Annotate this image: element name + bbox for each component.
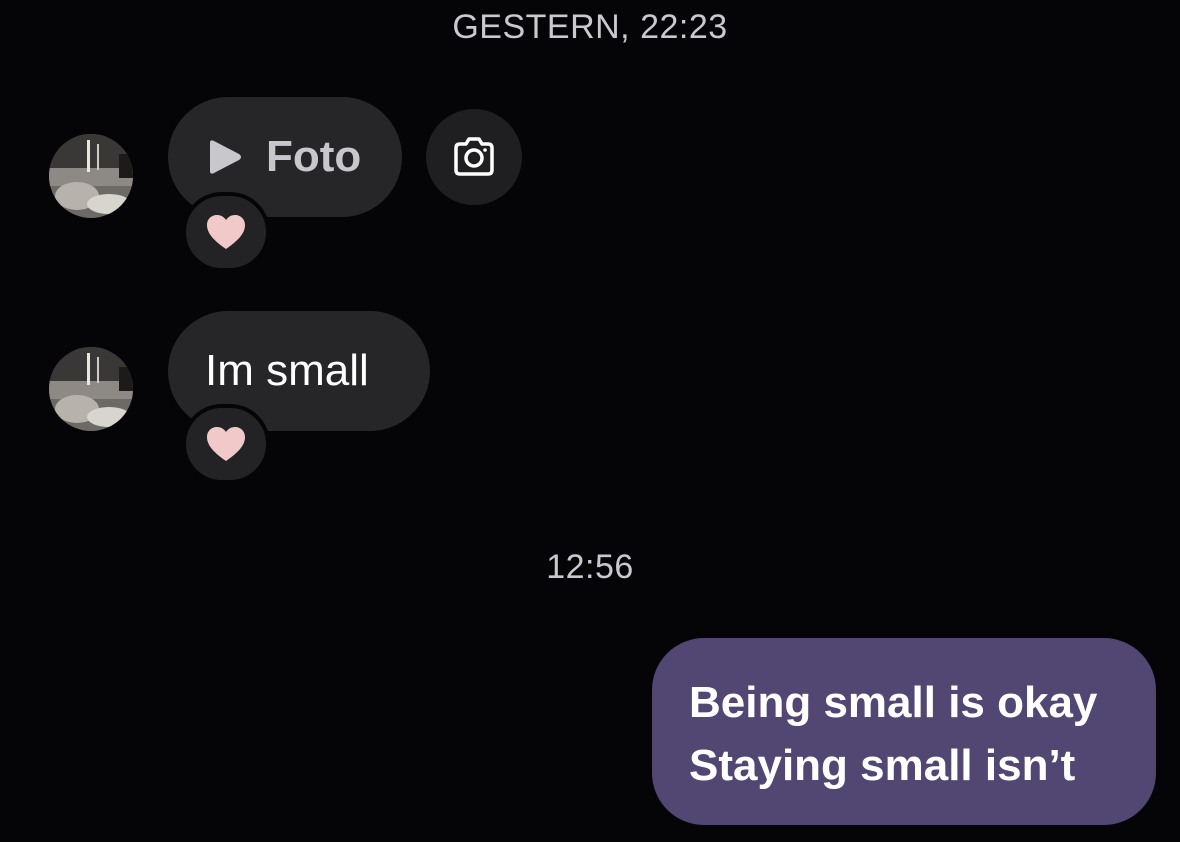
heart-icon (207, 427, 245, 461)
photo-label: Foto (266, 132, 362, 181)
chat-thread: GESTERN, 22:23 Foto Im small 12:56 Being… (0, 0, 1180, 842)
heart-icon (207, 215, 245, 249)
avatar-image (49, 347, 133, 431)
date-separator: GESTERN, 22:23 (452, 8, 728, 46)
play-icon (210, 140, 241, 174)
avatar-image (49, 134, 133, 218)
camera-icon (454, 137, 494, 176)
outgoing-message-bubble[interactable]: Being small is okay Staying small isn’t (652, 638, 1156, 825)
time-separator: 12:56 (546, 548, 634, 586)
message-text: Im small (205, 346, 369, 395)
camera-reply-button[interactable] (426, 109, 522, 205)
message-line: Staying small isn’t (689, 741, 1076, 790)
avatar[interactable] (49, 347, 133, 431)
avatar[interactable] (49, 134, 133, 218)
heart-reaction[interactable] (182, 192, 270, 272)
heart-reaction[interactable] (182, 404, 270, 484)
message-line: Being small is okay (689, 678, 1098, 727)
